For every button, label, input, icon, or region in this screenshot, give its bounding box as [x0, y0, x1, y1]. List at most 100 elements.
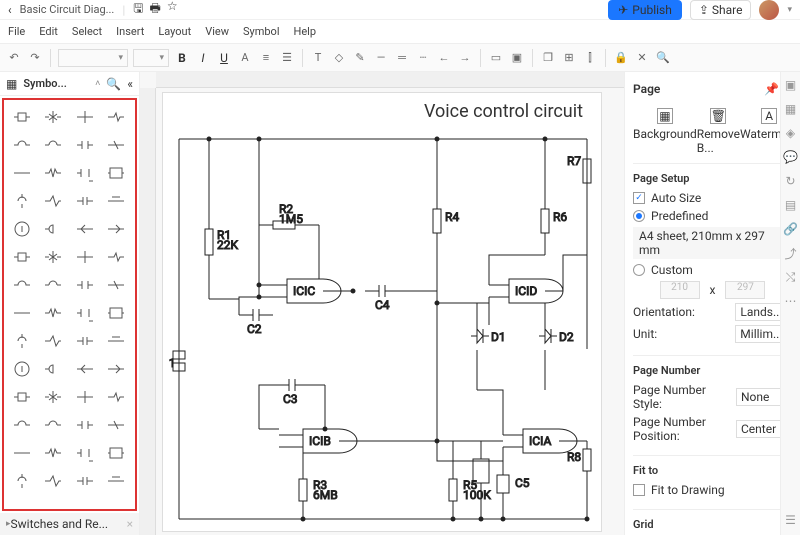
avatar-dropdown[interactable]: ▾ [787, 5, 792, 15]
rail-grid-icon[interactable]: ▦ [784, 102, 798, 116]
group-icon[interactable]: ⊞ [561, 50, 577, 66]
shape-icon[interactable]: ▭ [488, 50, 504, 66]
symbol-item[interactable] [41, 330, 65, 352]
back-chevron[interactable]: ‹ [8, 3, 12, 17]
search-icon[interactable]: 🔍 [655, 50, 671, 66]
font-color-icon[interactable]: A [237, 50, 253, 66]
symbol-item[interactable] [10, 470, 34, 492]
font-selector[interactable]: ▾ [58, 49, 128, 67]
layers-icon[interactable]: ❐ [540, 50, 556, 66]
symbol-item[interactable] [41, 134, 65, 156]
shelf-pin-icon[interactable]: « [127, 77, 133, 91]
symbol-item[interactable] [104, 134, 128, 156]
settings-icon[interactable]: ✕ [634, 50, 650, 66]
symbol-item[interactable] [41, 106, 65, 128]
rail-more-icon[interactable]: ⋯ [784, 294, 798, 308]
star-icon[interactable]: ☆ [167, 0, 178, 20]
text-tool-icon[interactable]: T [310, 50, 326, 66]
lock-icon[interactable]: 🔒 [613, 50, 629, 66]
shelf-collapse[interactable]: ˄ [95, 78, 100, 89]
symbol-item[interactable] [73, 162, 97, 184]
menu-file[interactable]: File [8, 25, 25, 38]
tab-remove-bg[interactable]: 🗑Remove B... [697, 108, 740, 155]
line-weight-icon[interactable]: ═ [394, 50, 410, 66]
preset-selector[interactable]: A4 sheet, 210mm x 297 mm [633, 227, 792, 259]
symbol-item[interactable] [73, 274, 97, 296]
symbol-item[interactable] [73, 330, 97, 352]
rail-export-icon[interactable]: ⤴ [784, 246, 798, 260]
rail-menu-icon[interactable]: ☰ [784, 513, 798, 527]
rail-history-icon[interactable]: ↻ [784, 174, 798, 188]
symbol-item[interactable] [104, 386, 128, 408]
symbol-item[interactable] [104, 302, 128, 324]
menu-insert[interactable]: Insert [116, 25, 144, 38]
list-icon[interactable]: ☰ [279, 50, 295, 66]
symbol-item[interactable] [104, 106, 128, 128]
menu-symbol[interactable]: Symbol [243, 25, 280, 38]
symbol-item[interactable] [41, 162, 65, 184]
menu-help[interactable]: Help [294, 25, 317, 38]
size-selector[interactable]: ▾ [133, 49, 169, 67]
fit-drawing-checkbox[interactable] [633, 484, 645, 496]
menu-select[interactable]: Select [72, 25, 102, 38]
canvas[interactable]: Voice control circuit R7 R6 R4 R122K [162, 92, 602, 532]
symbol-item[interactable] [104, 274, 128, 296]
symbol-item[interactable] [10, 106, 34, 128]
pin-icon[interactable]: 📌 [764, 82, 779, 96]
underline-icon[interactable]: U [216, 50, 232, 66]
rail-shuffle-icon[interactable]: ⤭ [784, 270, 798, 284]
symbol-item[interactable] [10, 134, 34, 156]
symbol-item[interactable] [104, 330, 128, 352]
symbol-item[interactable] [104, 470, 128, 492]
symbol-item[interactable] [10, 442, 34, 464]
symbol-item[interactable] [104, 358, 128, 380]
symbol-item[interactable] [10, 218, 34, 240]
rail-comment-icon[interactable]: 💬 [784, 150, 798, 164]
image-icon[interactable]: ▣ [509, 50, 525, 66]
symbol-item[interactable] [73, 358, 97, 380]
symbol-item[interactable] [41, 386, 65, 408]
symbol-item[interactable] [41, 302, 65, 324]
symbol-item[interactable] [73, 302, 97, 324]
rail-page-icon[interactable]: ▣ [784, 78, 798, 92]
line-style-icon[interactable]: — [373, 50, 389, 66]
auto-size-checkbox[interactable]: ✓ [633, 192, 645, 204]
symbol-item[interactable] [10, 162, 34, 184]
symbol-item[interactable] [73, 190, 97, 212]
align-icon[interactable]: ≡ [258, 50, 274, 66]
symbol-item[interactable] [104, 218, 128, 240]
undo-icon[interactable]: ↶ [6, 50, 22, 66]
save-icon[interactable]: 🖫 [133, 0, 143, 20]
symbol-item[interactable] [104, 190, 128, 212]
menu-layout[interactable]: Layout [158, 25, 191, 38]
symbol-item[interactable] [41, 274, 65, 296]
symbol-item[interactable] [104, 414, 128, 436]
width-input[interactable]: 210 [660, 281, 700, 299]
symbol-item[interactable] [10, 274, 34, 296]
symbol-item[interactable] [10, 386, 34, 408]
rail-link-icon[interactable]: 🔗 [784, 222, 798, 236]
symbol-item[interactable] [73, 106, 97, 128]
fill-icon[interactable]: ◇ [331, 50, 347, 66]
align-objects-icon[interactable]: ⫿ [582, 50, 598, 66]
symbol-item[interactable] [104, 162, 128, 184]
arrow-start-icon[interactable]: ← [436, 50, 452, 66]
symbol-item[interactable] [41, 218, 65, 240]
symbol-item[interactable] [73, 470, 97, 492]
symbol-item[interactable] [73, 246, 97, 268]
rail-data-icon[interactable]: ▤ [784, 198, 798, 212]
pen-icon[interactable]: ✎ [352, 50, 368, 66]
symbol-item[interactable] [41, 246, 65, 268]
shelf-search-icon[interactable]: 🔍 [106, 77, 121, 91]
print-icon[interactable]: 🖶 [150, 0, 161, 20]
symbol-item[interactable] [73, 442, 97, 464]
tab-background[interactable]: ▦Background [633, 108, 697, 155]
menu-view[interactable]: View [205, 25, 229, 38]
rail-layers-icon[interactable]: ◈ [784, 126, 798, 140]
symbol-item[interactable] [10, 246, 34, 268]
symbol-item[interactable] [73, 386, 97, 408]
symbol-item[interactable] [10, 302, 34, 324]
symbol-item[interactable] [41, 190, 65, 212]
symbol-item[interactable] [41, 470, 65, 492]
symbol-item[interactable] [73, 414, 97, 436]
